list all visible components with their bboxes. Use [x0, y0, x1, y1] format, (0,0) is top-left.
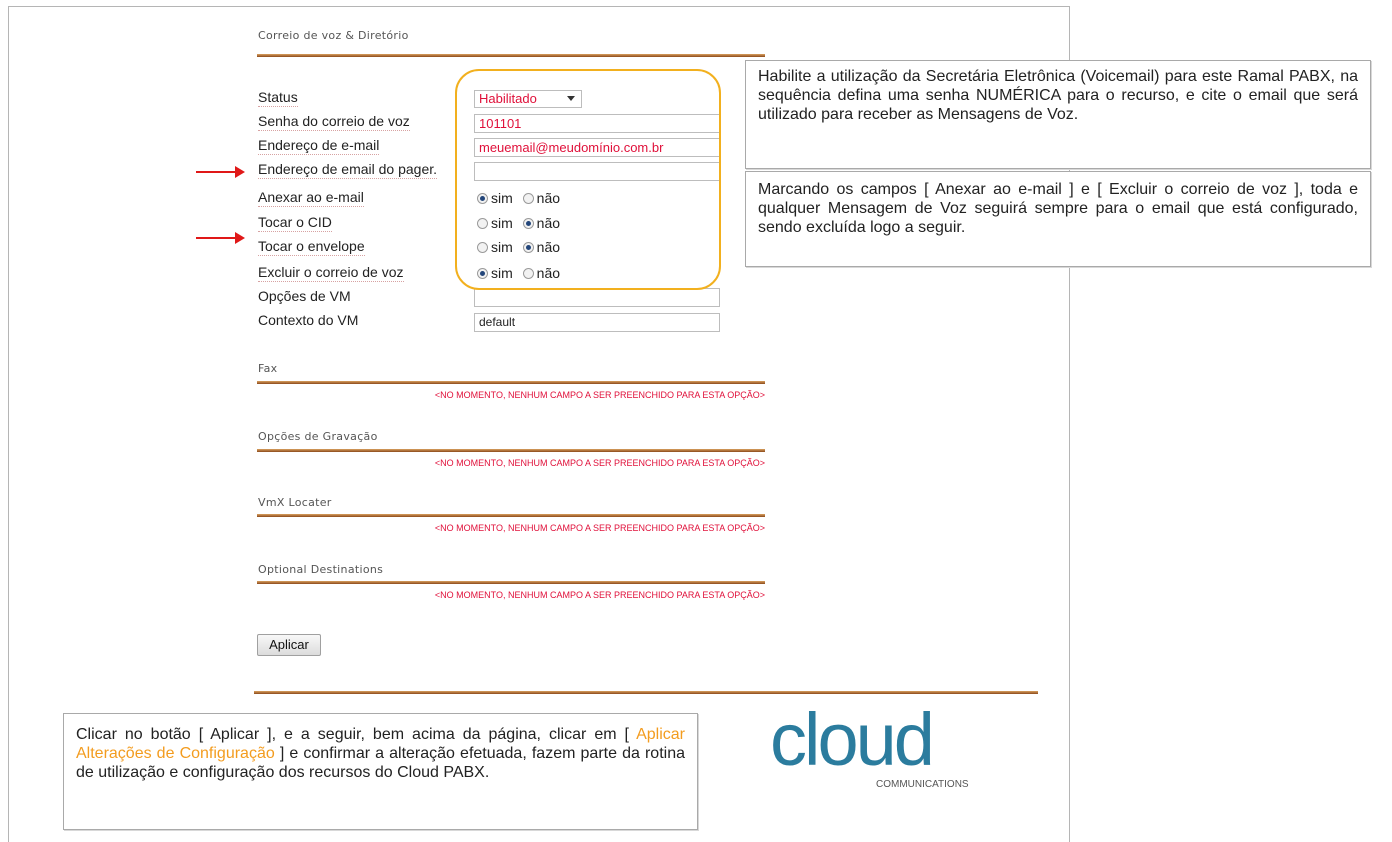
logo-subtitle: COMMUNICATIONS: [876, 779, 969, 790]
recording-empty-note: <NO MOMENTO, NENHUM CAMPO A SER PREENCHI…: [434, 458, 765, 468]
recording-section-title: Opções de Gravação: [258, 430, 378, 443]
vm-context-label: Contexto do VM: [258, 312, 359, 328]
play-envelope-label: Tocar o envelope: [258, 238, 365, 256]
pointer-arrow-icon: [196, 166, 245, 178]
pointer-arrow-icon: [196, 232, 245, 244]
voicemail-section-rule: [257, 54, 765, 57]
voicemail-section-title: Correio de voz & Diretório: [258, 29, 409, 42]
attach-email-label: Anexar ao e-mail: [258, 189, 364, 207]
bottom-rule: [254, 691, 1038, 694]
vmx-section-title: VmX Locater: [258, 496, 332, 509]
pager-email-label: Endereço de email do pager.: [258, 161, 438, 179]
optional-destinations-section-title: Optional Destinations: [258, 563, 384, 576]
email-label: Endereço de e-mail: [258, 137, 380, 155]
recording-section-rule: [257, 449, 765, 452]
optional-destinations-empty-note: <NO MOMENTO, NENHUM CAMPO A SER PREENCHI…: [434, 590, 765, 600]
vm-context-field[interactable]: default: [474, 313, 720, 332]
vmx-section-rule: [257, 514, 765, 517]
fax-section-title: Fax: [258, 362, 278, 375]
optional-destinations-section-rule: [257, 581, 765, 584]
fax-section-rule: [257, 381, 765, 384]
delete-voicemail-label: Excluir o correio de voz: [258, 264, 404, 282]
cloud-communications-logo: cloud COMMUNICATIONS: [770, 695, 980, 795]
password-label: Senha do correio de voz: [258, 113, 410, 131]
vmx-empty-note: <NO MOMENTO, NENHUM CAMPO A SER PREENCHI…: [434, 523, 765, 533]
play-cid-label: Tocar o CID: [258, 214, 332, 232]
voicemail-help-callout: Habilite a utilização da Secretária Elet…: [745, 60, 1371, 169]
logo-word: cloud: [770, 698, 932, 781]
vm-options-label: Opções de VM: [258, 288, 351, 304]
apply-help-callout: Clicar no botão [ Aplicar ], e a seguir,…: [63, 713, 698, 830]
apply-button[interactable]: Aplicar: [257, 634, 321, 656]
status-label: Status: [258, 89, 298, 107]
fax-empty-note: <NO MOMENTO, NENHUM CAMPO A SER PREENCHI…: [434, 390, 765, 400]
fields-highlight-outline: [455, 69, 721, 290]
attach-help-callout: Marcando os campos [ Anexar ao e-mail ] …: [745, 171, 1371, 267]
vm-options-field[interactable]: [474, 288, 720, 307]
